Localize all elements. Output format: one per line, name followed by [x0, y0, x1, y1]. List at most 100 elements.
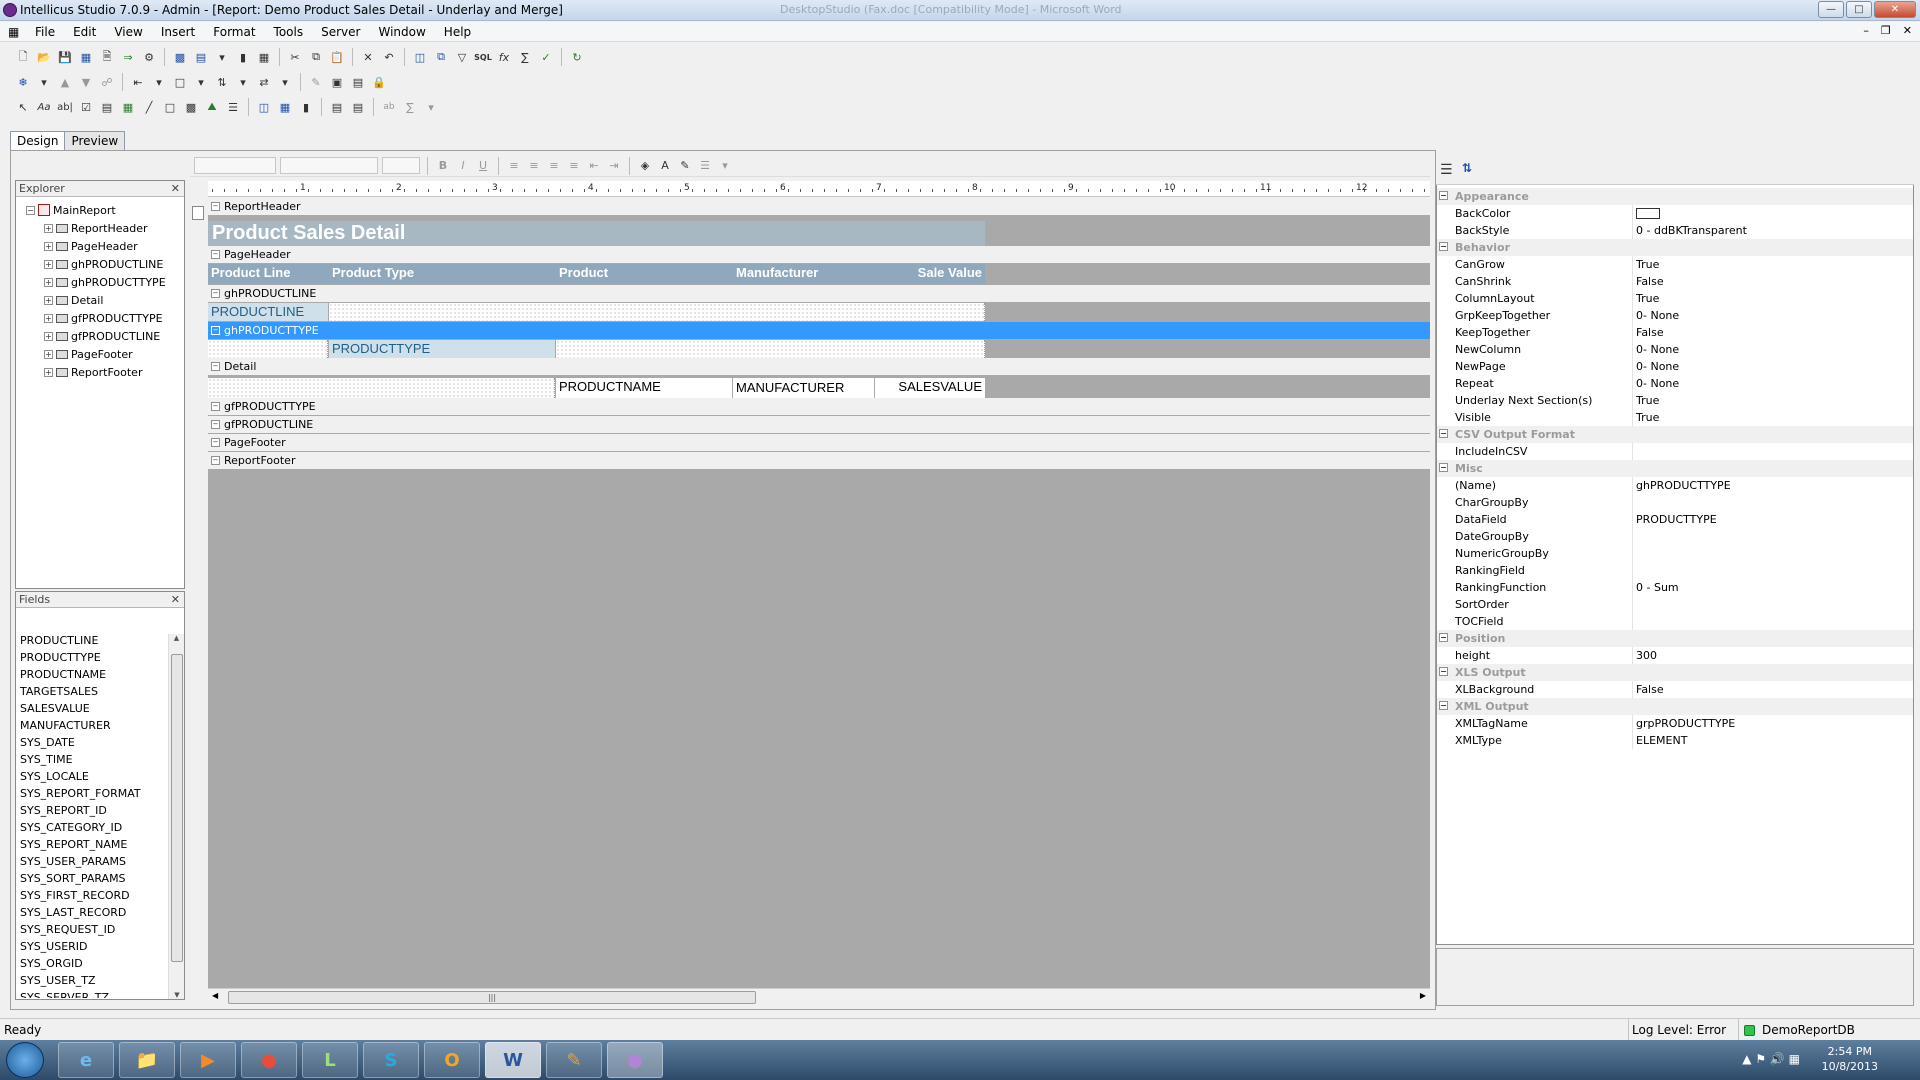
publish-icon[interactable]: 🗎 [98, 48, 116, 66]
band-gf-productline[interactable]: − gfPRODUCTLINE [208, 416, 1430, 433]
collapse-icon[interactable]: − [211, 438, 220, 447]
pointer-icon[interactable]: ↖ [14, 98, 32, 116]
property-value[interactable]: True [1636, 292, 1659, 305]
open-icon[interactable]: 📂 [35, 48, 53, 66]
label-tool-icon[interactable]: Aa [35, 98, 53, 116]
textbox-tool-icon[interactable]: ab| [56, 98, 74, 116]
field-item[interactable]: SYS_SERVER_TZ [20, 989, 109, 998]
bullets-icon[interactable]: ≡ [566, 158, 582, 174]
property-value[interactable]: ELEMENT [1636, 734, 1687, 747]
outdent-icon[interactable]: ⇤ [586, 158, 602, 174]
field-item[interactable]: PRODUCTLINE [20, 632, 98, 649]
internet-explorer-icon[interactable]: e [58, 1042, 114, 1078]
page-setup-icon[interactable]: ▦ [255, 48, 273, 66]
property-row[interactable]: BackColor [1437, 205, 1913, 222]
band-gh-producttype[interactable]: − ghPRODUCTTYPE [208, 322, 1430, 339]
expand-icon[interactable]: + [44, 259, 53, 269]
query-icon[interactable]: ◫ [411, 48, 429, 66]
property-value[interactable]: 300 [1636, 649, 1657, 662]
word-icon[interactable]: W [485, 1042, 541, 1078]
align-dropdown-icon[interactable]: ▾ [150, 73, 168, 91]
insert-section-icon[interactable]: ▤ [328, 98, 346, 116]
field-item[interactable]: SYS_LOCALE [20, 768, 89, 785]
productname-field[interactable]: PRODUCTNAME [556, 378, 732, 398]
tab-design[interactable]: Design [10, 131, 66, 152]
barcode-tool-icon[interactable]: ▦ [119, 98, 137, 116]
property-row[interactable]: RankingField [1437, 562, 1913, 579]
field-item[interactable]: SYS_REPORT_NAME [20, 836, 127, 853]
menu-tools[interactable]: Tools [265, 25, 313, 39]
menu-server[interactable]: Server [312, 25, 369, 39]
property-row[interactable]: Repeat 0- None [1437, 375, 1913, 392]
productline-field[interactable]: PRODUCTLINE [208, 303, 328, 321]
menu-help[interactable]: Help [435, 25, 480, 39]
expand-icon[interactable]: + [44, 313, 53, 323]
filter-icon[interactable]: ▽ [453, 48, 471, 66]
band-gf-producttype[interactable]: − gfPRODUCTTYPE [208, 398, 1430, 415]
fields-scrollbar[interactable]: ▲ ▼ [168, 634, 184, 999]
manufacturer-field[interactable]: MANUFACTURER [733, 378, 874, 398]
property-category[interactable]: − Position [1437, 630, 1913, 647]
collapse-icon[interactable]: − [211, 402, 220, 411]
collapse-icon[interactable]: − [1439, 242, 1448, 251]
property-row[interactable]: XLBackground False [1437, 681, 1913, 698]
property-row[interactable]: IncludeInCSV [1437, 443, 1913, 460]
subreport-tool-icon[interactable]: ▩ [182, 98, 200, 116]
summary-dropdown-icon[interactable]: ▾ [422, 98, 440, 116]
delete-icon[interactable]: ✕ [359, 48, 377, 66]
producttype-field[interactable]: PRODUCTTYPE [329, 340, 555, 358]
property-row[interactable]: XMLTagName grpPRODUCTTYPE [1437, 715, 1913, 732]
field-item[interactable]: SYS_REQUEST_ID [20, 921, 115, 938]
field-item[interactable]: SYS_FIRST_RECORD [20, 887, 130, 904]
property-value[interactable]: False [1636, 275, 1664, 288]
ungroup-objects-icon[interactable]: ▤ [349, 73, 367, 91]
band-page-header[interactable]: − PageHeader [208, 246, 1430, 263]
expand-icon[interactable]: + [44, 241, 53, 251]
collapse-icon[interactable]: − [1439, 667, 1448, 676]
layout-icon[interactable]: ▩ [171, 48, 189, 66]
document-icon[interactable]: ▦ [8, 25, 26, 39]
refresh-icon[interactable]: ↻ [568, 48, 586, 66]
field-item[interactable]: MANUFACTURER [20, 717, 111, 734]
richtext-tool-icon[interactable]: ▤ [98, 98, 116, 116]
tab-preview[interactable]: Preview [64, 131, 126, 151]
field-item[interactable]: SYS_USER_TZ [20, 972, 96, 989]
close-icon[interactable]: ✕ [171, 592, 180, 608]
pagebreak-tool-icon[interactable]: ☰ [224, 98, 242, 116]
field-item[interactable]: PRODUCTTYPE [20, 649, 101, 666]
band-gh-productline[interactable]: − ghPRODUCTLINE [208, 285, 1430, 302]
spacing-dropdown-icon[interactable]: ▾ [234, 73, 252, 91]
expand-icon[interactable]: + [44, 277, 53, 287]
tree-item[interactable]: + Detail [44, 291, 103, 309]
collapse-icon[interactable]: − [211, 420, 220, 429]
outlook-icon[interactable]: O [424, 1042, 480, 1078]
maximize-button[interactable]: □ [1846, 1, 1872, 18]
design-canvas[interactable]: − ReportHeader Product Sales Detail − Pa… [208, 198, 1430, 988]
new-icon[interactable]: 🗋 [14, 48, 32, 66]
property-row[interactable]: SortOrder [1437, 596, 1913, 613]
property-row[interactable]: RankingFunction 0 - Sum [1437, 579, 1913, 596]
property-row[interactable]: (Name) ghPRODUCTTYPE [1437, 477, 1913, 494]
summary-icon[interactable]: ∑ [401, 98, 419, 116]
property-row[interactable]: height 300 [1437, 647, 1913, 664]
property-row[interactable]: Underlay Next Section(s) True [1437, 392, 1913, 409]
export-icon[interactable]: ⇒ [119, 48, 137, 66]
property-value[interactable]: grpPRODUCTTYPE [1636, 717, 1735, 730]
image-tool-icon[interactable]: ⛰ [203, 98, 221, 116]
font-color-icon[interactable]: A [657, 158, 673, 174]
property-row[interactable]: NewColumn 0- None [1437, 341, 1913, 358]
property-category[interactable]: − CSV Output Format [1437, 426, 1913, 443]
collapse-icon[interactable]: − [211, 362, 220, 371]
field-item[interactable]: SYS_REPORT_ID [20, 802, 107, 819]
menu-insert[interactable]: Insert [152, 25, 204, 39]
collapse-icon[interactable]: − [1439, 701, 1448, 710]
property-row[interactable]: CanShrink False [1437, 273, 1913, 290]
cut-icon[interactable]: ✂ [286, 48, 304, 66]
field-item[interactable]: SYS_USERID [20, 938, 88, 955]
alphabetical-sort-icon[interactable]: ⇅ [1462, 161, 1472, 175]
property-row[interactable]: CanGrow True [1437, 256, 1913, 273]
field-item[interactable]: SYS_CATEGORY_ID [20, 819, 122, 836]
crosstab-tool-icon[interactable]: ◫ [255, 98, 273, 116]
file-explorer-icon[interactable]: 📁 [119, 1042, 175, 1078]
tray-icons[interactable]: ▲ ⚑ 🔊 ▦ [1742, 1052, 1800, 1066]
